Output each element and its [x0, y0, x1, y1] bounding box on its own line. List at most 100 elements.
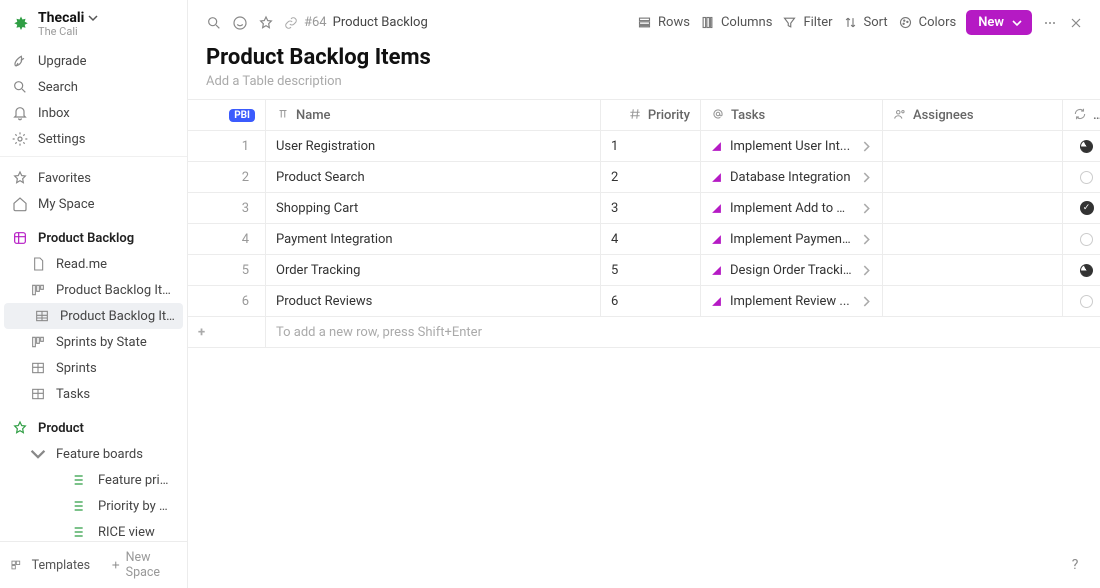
sidebar-search[interactable]: Search: [0, 74, 187, 100]
task-label: Implement Payment...: [730, 232, 853, 247]
sidebar-settings[interactable]: Settings: [0, 126, 187, 152]
cell-name[interactable]: Order Tracking: [266, 255, 601, 286]
emoji-icon[interactable]: [232, 15, 248, 31]
sidebar-myspace[interactable]: My Space: [0, 191, 187, 217]
main-panel: #64 Product Backlog Rows Columns Filter …: [188, 0, 1100, 588]
cell-task[interactable]: Implement Add to C...: [701, 193, 883, 224]
space-product[interactable]: Product: [0, 415, 187, 441]
breadcrumb[interactable]: #64 Product Backlog: [284, 15, 428, 30]
table-row[interactable]: 2Product Search2Database Integration: [188, 162, 1100, 193]
cell-priority[interactable]: 1: [601, 131, 701, 162]
cell-name[interactable]: Product Reviews: [266, 286, 601, 317]
help-button[interactable]: ?: [1064, 554, 1086, 576]
col-priority-header[interactable]: Priority: [601, 100, 701, 131]
star-icon[interactable]: [258, 15, 274, 31]
sidebar-feature-boards[interactable]: Feature boards: [0, 441, 187, 467]
colors-icon: [898, 15, 913, 30]
triangle-icon: [711, 141, 722, 152]
cell-assignees[interactable]: [883, 255, 1063, 286]
sidebar-pbi-items[interactable]: Product Backlog Items: [4, 303, 183, 329]
sort-button[interactable]: Sort: [843, 15, 888, 30]
workspace-switcher[interactable]: Thecali The Cali: [0, 0, 187, 44]
list-green-icon: [72, 472, 88, 488]
sidebar-sprints[interactable]: Sprints: [0, 355, 187, 381]
sidebar-priority-drivers[interactable]: Priority by Drivers: [0, 493, 187, 519]
table-row[interactable]: 5Order Tracking5Design Order Tracki...: [188, 255, 1100, 286]
col-assignees-header[interactable]: Assignees: [883, 100, 1063, 131]
rows-button[interactable]: Rows: [637, 15, 690, 30]
table-row[interactable]: 1User Registration1Implement User Int...: [188, 131, 1100, 162]
cell-name[interactable]: Shopping Cart: [266, 193, 601, 224]
cell-priority[interactable]: 6: [601, 286, 701, 317]
cell-status[interactable]: [1063, 286, 1100, 317]
cell-priority[interactable]: 3: [601, 193, 701, 224]
cell-name[interactable]: Product Search: [266, 162, 601, 193]
cell-assignees[interactable]: [883, 193, 1063, 224]
new-space-button[interactable]: New Space: [110, 550, 177, 580]
templates-icon: [10, 558, 22, 572]
filter-button[interactable]: Filter: [782, 15, 832, 30]
cell-status[interactable]: [1063, 162, 1100, 193]
cell-task[interactable]: Design Order Tracki...: [701, 255, 883, 286]
sidebar-rice-view[interactable]: RICE view: [0, 519, 187, 541]
columns-button[interactable]: Columns: [700, 15, 773, 30]
table-row[interactable]: 6Product Reviews6Implement Review ...: [188, 286, 1100, 317]
cell-name[interactable]: User Registration: [266, 131, 601, 162]
status-empty-icon: [1080, 233, 1093, 246]
table-icon: [34, 308, 50, 324]
cell-assignees[interactable]: [883, 286, 1063, 317]
cell-status[interactable]: [1063, 255, 1100, 286]
search-icon[interactable]: [206, 15, 222, 31]
cell-assignees[interactable]: [883, 224, 1063, 255]
status-half-icon: [1078, 261, 1096, 279]
cell-task[interactable]: Implement Review ...: [701, 286, 883, 317]
task-label: Implement User Int...: [730, 139, 853, 154]
col-name-header[interactable]: Name: [266, 100, 601, 131]
cell-priority[interactable]: 2: [601, 162, 701, 193]
close-icon[interactable]: [1068, 15, 1084, 31]
row-index: 4: [198, 232, 255, 247]
more-icon[interactable]: [1042, 15, 1058, 31]
row-index: 3: [198, 201, 255, 216]
home-icon: [12, 196, 28, 212]
cell-task[interactable]: Implement User Int...: [701, 131, 883, 162]
triangle-icon: [711, 234, 722, 245]
chevron-down-icon: [1012, 18, 1022, 28]
page-desc-placeholder[interactable]: Add a Table description: [206, 74, 1082, 89]
sidebar-upgrade[interactable]: Upgrade: [0, 48, 187, 74]
cell-status[interactable]: ✓: [1063, 193, 1100, 224]
cell-priority[interactable]: 4: [601, 224, 701, 255]
colors-button[interactable]: Colors: [898, 15, 957, 30]
cell-priority[interactable]: 5: [601, 255, 701, 286]
templates-button[interactable]: Templates: [32, 558, 90, 573]
cell-name[interactable]: Payment Integration: [266, 224, 601, 255]
sidebar-favorites[interactable]: Favorites: [0, 165, 187, 191]
task-label: Design Order Tracki...: [730, 263, 853, 278]
table-row[interactable]: 3Shopping Cart3Implement Add to C...✓: [188, 193, 1100, 224]
cell-status[interactable]: [1063, 224, 1100, 255]
cell-task[interactable]: Implement Payment...: [701, 224, 883, 255]
task-label: Database Integration: [730, 170, 853, 185]
star-green-icon: [12, 420, 28, 436]
cell-task[interactable]: Database Integration: [701, 162, 883, 193]
cell-assignees[interactable]: [883, 162, 1063, 193]
sidebar-pbi-view[interactable]: Product Backlog Item...: [0, 277, 187, 303]
new-button[interactable]: New: [966, 10, 1032, 35]
col-pbi-header[interactable]: PBI: [188, 100, 266, 131]
col-tasks-header[interactable]: Tasks: [701, 100, 883, 131]
sidebar-feature-prioritization[interactable]: Feature prioritiza...: [0, 467, 187, 493]
sidebar-readme[interactable]: Read.me: [0, 251, 187, 277]
col-status-header[interactable]: S: [1063, 100, 1100, 131]
page-title[interactable]: Product Backlog Items: [206, 45, 1082, 70]
task-label: Implement Add to C...: [730, 201, 853, 216]
table-row[interactable]: 4Payment Integration4Implement Payment..…: [188, 224, 1100, 255]
breadcrumb-id: #64: [304, 15, 327, 30]
cell-assignees[interactable]: [883, 131, 1063, 162]
sidebar-inbox[interactable]: Inbox: [0, 100, 187, 126]
sidebar-tasks[interactable]: Tasks: [0, 381, 187, 407]
sidebar-sprints-state[interactable]: Sprints by State: [0, 329, 187, 355]
add-row[interactable]: + To add a new row, press Shift+Enter: [188, 317, 1100, 348]
cell-status[interactable]: [1063, 131, 1100, 162]
space-product-backlog[interactable]: Product Backlog: [0, 225, 187, 251]
search-icon: [12, 79, 28, 95]
